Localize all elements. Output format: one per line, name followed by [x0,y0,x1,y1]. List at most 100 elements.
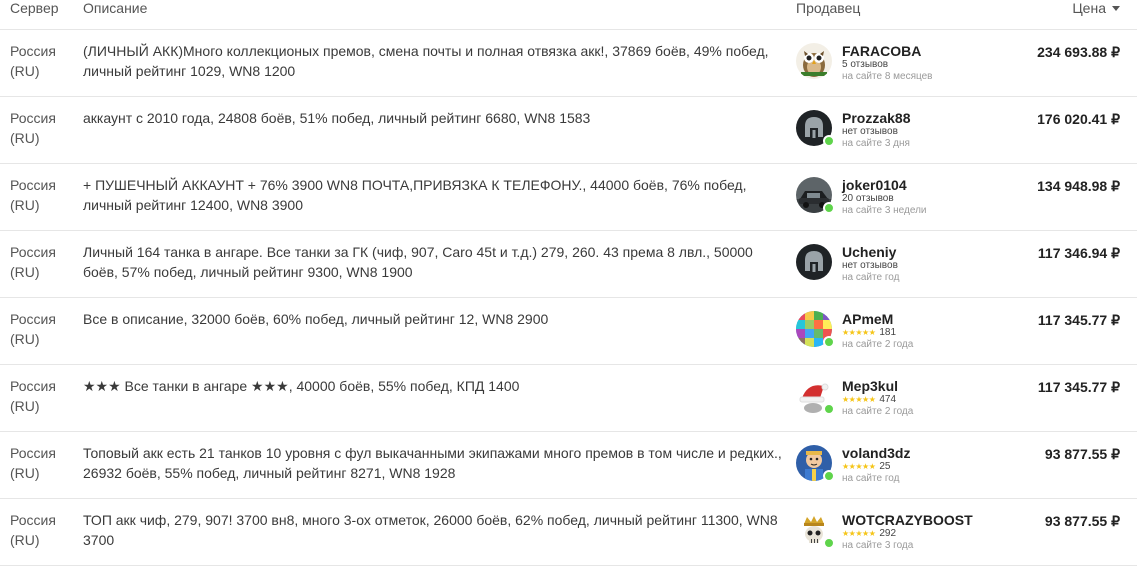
seller-rating: ★★★★★ 181 [842,327,992,339]
offers-table: Сервер Описание Продавец Цена Россия (RU… [0,0,1137,566]
price-cell: 117 346.94 ₽ [1037,245,1120,261]
seller-name[interactable]: Prozzak88 [842,111,992,126]
online-status-dot [823,202,835,214]
seller-reviews: нет отзывов [842,126,898,137]
table-row[interactable]: Россия (RU) ТОП акк чиф, 279, 907! 3700 … [0,499,1137,566]
server-cell: Россия (RU) [10,309,70,349]
seller-rating: ★★★★★ 474 [842,394,992,406]
description-cell[interactable]: Топовый акк есть 21 танков 10 уровня с ф… [83,443,783,483]
seller-info: voland3dz ★★★★★ 25 на сайте год [842,446,992,485]
server-name: Россия [10,311,56,327]
price-cell: 117 345.77 ₽ [1037,379,1120,395]
seller-avatar[interactable] [796,110,835,148]
table-row[interactable]: Россия (RU) ★★★ Все танки в ангаре ★★★, … [0,365,1137,432]
seller-name[interactable]: Mep3kul [842,379,992,394]
server-name: Россия [10,244,56,260]
seller-since: на сайте 3 года [842,540,914,551]
server-region: (RU) [10,398,40,414]
server-name: Россия [10,378,56,394]
seller-avatar[interactable] [796,445,835,483]
seller-reviews: нет отзывов [842,260,898,271]
table-row[interactable]: Россия (RU) Все в описание, 32000 боёв, … [0,298,1137,365]
column-header-price-sort[interactable]: Цена [1072,0,1120,16]
seller-info: APmeM ★★★★★ 181 на сайте 2 года [842,312,992,351]
table-row[interactable]: Россия (RU) (ЛИЧНЫЙ АКК)Много коллекцион… [0,30,1137,97]
description-cell[interactable]: (ЛИЧНЫЙ АКК)Много коллекционых премов, с… [83,41,783,81]
rating-stars-icon: ★★★★★ [842,462,876,471]
price-cell: 93 877.55 ₽ [1044,513,1120,529]
server-name: Россия [10,512,56,528]
server-cell: Россия (RU) [10,376,70,416]
server-region: (RU) [10,532,40,548]
seller-avatar[interactable] [796,311,835,349]
server-region: (RU) [10,197,40,213]
seller-since: на сайте 2 года [842,339,914,350]
seller-info: Mep3kul ★★★★★ 474 на сайте 2 года [842,379,992,418]
seller-info: FARACOBA 5 отзывов на сайте 8 месяцев [842,44,992,83]
seller-avatar[interactable] [796,244,834,282]
server-cell: Россия (RU) [10,41,70,81]
seller-since: на сайте 2 года [842,406,914,417]
server-cell: Россия (RU) [10,510,70,550]
seller-rating: ★★★★★ 25 [842,461,992,473]
server-region: (RU) [10,63,40,79]
seller-name[interactable]: APmeM [842,312,992,327]
server-region: (RU) [10,264,40,280]
price-cell: 234 693.88 ₽ [1037,44,1120,60]
online-status-dot [823,403,835,415]
seller-name[interactable]: Ucheniy [842,245,992,260]
rating-stars-icon: ★★★★★ [842,529,876,538]
price-cell: 93 877.55 ₽ [1044,446,1120,462]
seller-avatar[interactable] [796,378,835,416]
table-row[interactable]: Россия (RU) аккаунт с 2010 года, 24808 б… [0,97,1137,164]
helmet-avatar-icon [796,244,832,280]
server-region: (RU) [10,331,40,347]
rating-count: 292 [879,528,897,539]
description-cell[interactable]: ТОП акк чиф, 279, 907! 3700 вн8, много 3… [83,510,783,550]
server-region: (RU) [10,130,40,146]
seller-rating: ★★★★★ 292 [842,528,992,540]
rating-count: 25 [879,461,891,472]
server-name: Россия [10,177,56,193]
online-status-dot [823,135,835,147]
rating-stars-icon: ★★★★★ [842,395,876,404]
seller-since: на сайте год [842,272,900,283]
seller-avatar[interactable] [796,177,835,215]
server-cell: Россия (RU) [10,108,70,148]
seller-since: на сайте 3 недели [842,205,927,216]
price-cell: 134 948.98 ₽ [1037,178,1120,194]
description-cell[interactable]: ★★★ Все танки в ангаре ★★★, 40000 боёв, … [83,376,783,396]
price-cell: 176 020.41 ₽ [1037,111,1120,127]
server-cell: Россия (RU) [10,175,70,215]
table-row[interactable]: Россия (RU) Личный 164 танка в ангаре. В… [0,231,1137,298]
server-region: (RU) [10,465,40,481]
server-cell: Россия (RU) [10,242,70,282]
price-cell: 117 345.77 ₽ [1037,312,1120,328]
server-name: Россия [10,43,56,59]
seller-info: WOTCRAZYBOOST ★★★★★ 292 на сайте 3 года [842,513,992,552]
rating-count: 181 [879,327,897,338]
seller-name[interactable]: joker0104 [842,178,992,193]
online-status-dot [823,470,835,482]
table-row[interactable]: Россия (RU) + ПУШЕЧНЫЙ АККАУНТ + 76% 390… [0,164,1137,231]
rating-count: 474 [879,394,897,405]
server-name: Россия [10,110,56,126]
seller-avatar[interactable] [796,512,835,550]
seller-avatar[interactable] [796,43,834,81]
description-cell[interactable]: аккаунт с 2010 года, 24808 боёв, 51% поб… [83,108,783,128]
seller-reviews: 20 отзывов [842,193,894,204]
column-header-seller: Продавец [796,0,861,16]
seller-info: Prozzak88 нет отзывов на сайте 3 дня [842,111,992,150]
table-header: Сервер Описание Продавец Цена [0,0,1137,30]
description-cell[interactable]: Все в описание, 32000 боёв, 60% побед, л… [83,309,783,329]
seller-name[interactable]: WOTCRAZYBOOST [842,513,992,528]
seller-since: на сайте 3 дня [842,138,910,149]
seller-name[interactable]: FARACOBA [842,44,992,59]
seller-name[interactable]: voland3dz [842,446,992,461]
server-name: Россия [10,445,56,461]
description-cell[interactable]: + ПУШЕЧНЫЙ АККАУНТ + 76% 3900 WN8 ПОЧТА,… [83,175,783,215]
description-cell[interactable]: Личный 164 танка в ангаре. Все танки за … [83,242,783,282]
server-cell: Россия (RU) [10,443,70,483]
owl-avatar-icon [796,43,832,79]
table-row[interactable]: Россия (RU) Топовый акк есть 21 танков 1… [0,432,1137,499]
